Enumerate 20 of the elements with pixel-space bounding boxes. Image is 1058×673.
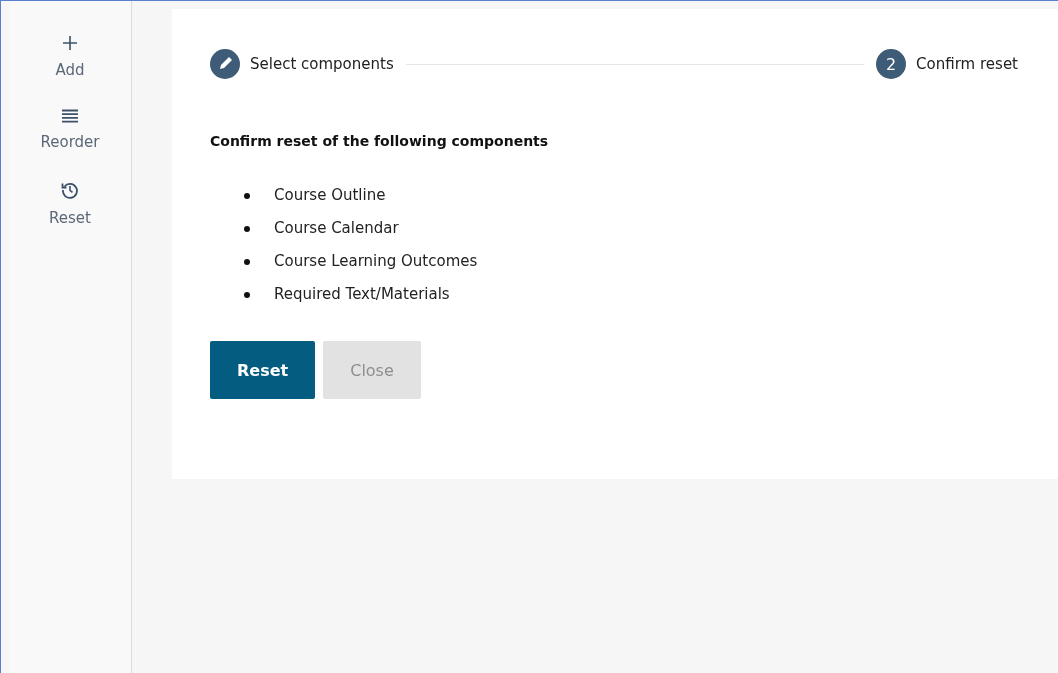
step-label: Select components <box>250 55 394 73</box>
bullet-icon <box>244 291 250 298</box>
sidebar-button[interactable]: Add <box>51 31 89 83</box>
list-item: Course Learning Outcomes <box>274 251 478 272</box>
sidebar-button[interactable]: Reorder <box>36 105 104 155</box>
history-icon <box>61 181 79 199</box>
bullet-icon <box>244 258 250 265</box>
step-number: 2 <box>876 49 907 79</box>
reset-button[interactable]: Reset <box>210 341 316 399</box>
list-item: Course Calendar <box>274 218 399 239</box>
bullet-icon <box>244 192 250 199</box>
bullet-icon <box>244 225 250 232</box>
list-item: Course Outline <box>274 185 386 206</box>
sidebar-button[interactable]: Reset <box>45 177 95 231</box>
menu-icon <box>61 109 79 123</box>
step-label: Confirm reset <box>916 55 1018 73</box>
list-item: Required Text/Materials <box>274 284 450 305</box>
pencil-icon <box>210 49 240 79</box>
heading: Confirm reset of the following components <box>210 133 550 149</box>
plus-icon <box>62 35 78 51</box>
